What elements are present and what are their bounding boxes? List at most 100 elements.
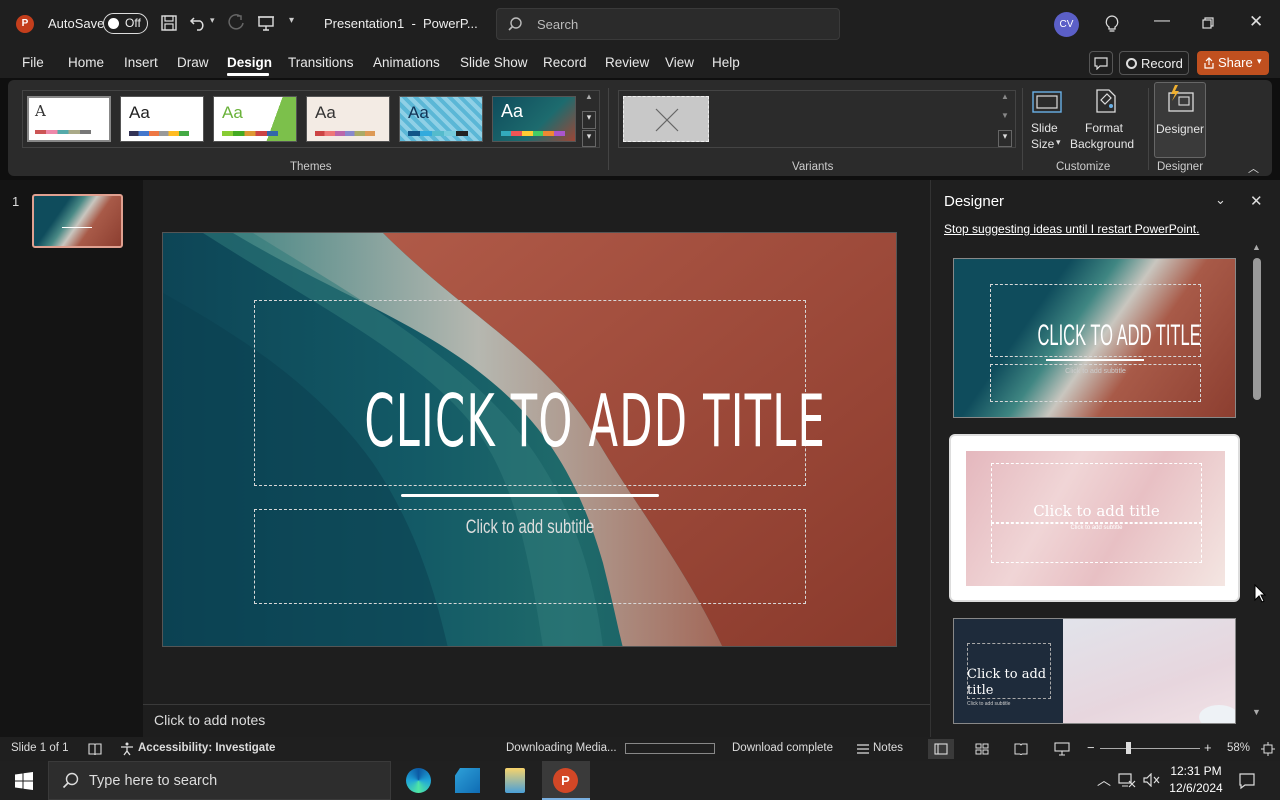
variants-group-label: Variants (792, 161, 834, 173)
autosave-toggle[interactable]: Off (103, 13, 148, 34)
undo-icon[interactable] (189, 14, 207, 32)
autosave-label: AutoSave (48, 16, 105, 31)
windows-start-icon[interactable] (15, 772, 33, 790)
restore-icon[interactable] (1202, 17, 1214, 29)
normal-view-button[interactable] (928, 739, 954, 759)
format-background-button[interactable]: Format Background (1070, 84, 1140, 156)
group-divider (608, 88, 609, 170)
notes-placeholder[interactable]: Click to add notes (154, 712, 265, 728)
app-icon-2[interactable] (455, 768, 480, 793)
variants-scroll-down[interactable]: ▼ (998, 111, 1012, 129)
theme-5[interactable]: Aa (399, 96, 483, 142)
design-idea-3[interactable]: Click to add title Click to add subtitle (953, 618, 1236, 724)
designer-button-label: Designer (1156, 122, 1205, 136)
network-icon[interactable] (1118, 772, 1136, 788)
tab-insert[interactable]: Insert (124, 55, 158, 70)
present-icon[interactable] (257, 14, 275, 32)
idea1-subtitle: Click to add subtitle (1065, 368, 1126, 375)
app-icon-3[interactable] (505, 768, 525, 793)
user-avatar[interactable]: CV (1054, 12, 1079, 37)
redo-icon[interactable] (227, 14, 245, 32)
close-icon[interactable]: ✕ (1249, 12, 1263, 32)
designer-scroll-up[interactable]: ▲ (1252, 242, 1261, 252)
tab-home[interactable]: Home (68, 55, 104, 70)
slide-count[interactable]: Slide 1 of 1 (11, 742, 69, 754)
minimize-icon[interactable]: — (1154, 12, 1170, 30)
zoom-in-icon[interactable]: + (1204, 740, 1212, 755)
designer-button[interactable]: Designer (1154, 82, 1206, 158)
tab-design[interactable]: Design (227, 55, 272, 70)
design-idea-2[interactable]: Click to add title Click to add subtitle (949, 434, 1240, 602)
themes-scroll-down[interactable]: ▾ (582, 111, 596, 129)
theme-4[interactable]: Aa (306, 96, 390, 142)
edge-icon[interactable] (406, 768, 431, 793)
idea1-title: CLICK TO ADD TITLE (1037, 319, 1201, 352)
variants-more-button[interactable]: ▾ (998, 130, 1012, 147)
idea3-cloud (1199, 705, 1235, 723)
slide-canvas[interactable]: CLICK TO ADD TITLE Click to add subtitle (162, 232, 897, 647)
undo-dropdown-icon[interactable]: ▾ (210, 15, 215, 26)
stop-suggesting-link[interactable]: Stop suggesting ideas until I restart Po… (944, 222, 1199, 236)
zoom-slider-thumb[interactable] (1126, 742, 1131, 754)
tab-view[interactable]: View (665, 55, 694, 70)
theme-2[interactable]: Aa (120, 96, 204, 142)
record-button[interactable]: Record (1119, 51, 1189, 75)
zoom-slider-track[interactable] (1100, 748, 1200, 749)
group-divider (1148, 88, 1149, 170)
designer-close-icon[interactable]: ✕ (1250, 192, 1263, 210)
save-icon[interactable] (160, 14, 178, 32)
clock-date[interactable]: 12/6/2024 (1168, 781, 1224, 795)
autosave-state: Off (125, 16, 141, 30)
theme-3[interactable]: Aa (213, 96, 297, 142)
slide-sorter-icon[interactable] (975, 743, 989, 755)
tab-record[interactable]: Record (543, 55, 587, 70)
tab-file[interactable]: File (22, 55, 44, 70)
share-button[interactable]: Share ▾ (1197, 51, 1269, 75)
theme-6[interactable]: Aa (492, 96, 576, 142)
designer-scrollbar-thumb[interactable] (1253, 258, 1261, 400)
slide-size-icon (1032, 91, 1062, 113)
thumbnail-title-line (62, 227, 92, 228)
slide-thumbnail[interactable] (32, 194, 123, 248)
slideshow-view-icon[interactable] (1054, 742, 1070, 756)
accessibility-status[interactable]: Accessibility: Investigate (138, 742, 275, 754)
search-icon (508, 17, 522, 31)
themes-more-button[interactable]: ▾ (582, 130, 596, 147)
customize-qat-icon[interactable]: ▾ (289, 15, 294, 26)
themes-scroll-up[interactable]: ▲ (582, 92, 596, 110)
download-progress-bar (625, 743, 715, 754)
theme-swatches (315, 131, 375, 136)
designer-scroll-down[interactable]: ▼ (1252, 707, 1261, 717)
theme-sample-text: A (35, 102, 46, 120)
tab-draw[interactable]: Draw (177, 55, 209, 70)
lightbulb-icon[interactable] (1104, 14, 1120, 34)
variant-placeholder[interactable] (623, 96, 709, 142)
taskbar-search-box[interactable]: Type here to search (48, 761, 391, 800)
theme-office[interactable]: A (27, 96, 111, 142)
tab-slide-show[interactable]: Slide Show (460, 55, 528, 70)
notes-toggle[interactable]: Notes (873, 742, 903, 754)
search-box[interactable]: Search (496, 8, 840, 40)
record-label: Record (1141, 56, 1183, 71)
variants-scroll-up[interactable]: ▲ (998, 92, 1012, 110)
reading-view-icon[interactable] (1014, 743, 1028, 755)
slide-size-button[interactable]: Slide Size ▾ (1028, 84, 1066, 156)
fit-to-window-icon[interactable] (1261, 742, 1275, 756)
taskbar-powerpoint-button[interactable]: P (542, 761, 590, 800)
tab-help[interactable]: Help (712, 55, 740, 70)
comments-button[interactable] (1089, 51, 1113, 75)
volume-mute-icon[interactable] (1143, 773, 1161, 787)
designer-collapse-icon[interactable]: ⌄ (1215, 192, 1226, 208)
clock-time[interactable]: 12:31 PM (1170, 764, 1222, 778)
notifications-icon[interactable] (1238, 772, 1256, 790)
tab-review[interactable]: Review (605, 55, 649, 70)
zoom-out-icon[interactable]: − (1087, 740, 1095, 755)
collapse-ribbon-icon[interactable]: ︿ (1248, 160, 1259, 176)
tab-animations[interactable]: Animations (373, 55, 440, 70)
zoom-level[interactable]: 58% (1227, 742, 1250, 754)
design-idea-1[interactable]: CLICK TO ADD TITLE Click to add subtitle (953, 258, 1236, 418)
spelling-check-icon[interactable] (88, 742, 102, 756)
tab-transitions[interactable]: Transitions (288, 55, 354, 70)
tray-overflow-icon[interactable]: ︿ (1097, 770, 1111, 790)
idea1-underline (1046, 359, 1144, 361)
